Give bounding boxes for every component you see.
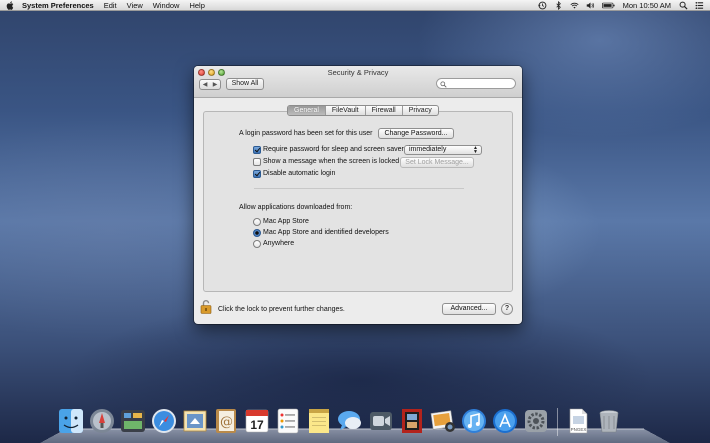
menu-help[interactable]: Help xyxy=(189,1,204,10)
notes-icon[interactable] xyxy=(304,406,334,436)
login-password-text: A login password has been set for this u… xyxy=(239,130,373,137)
nav-back-forward: ◀ ▶ xyxy=(199,79,221,90)
calendar-icon[interactable]: 17 xyxy=(242,406,272,436)
search-icon xyxy=(440,80,447,88)
messages-icon[interactable] xyxy=(335,406,365,436)
general-pane: A login password has been set for this u… xyxy=(203,111,513,292)
notification-center-icon[interactable] xyxy=(695,1,704,10)
finder-icon[interactable] xyxy=(56,406,86,436)
calendar-day: 17 xyxy=(250,418,264,432)
allow-apps-heading: Allow applications downloaded from: xyxy=(239,204,353,211)
itunes-icon[interactable] xyxy=(459,406,489,436)
menu-window[interactable]: Window xyxy=(153,1,180,10)
mail-icon[interactable] xyxy=(180,406,210,436)
tab-general[interactable]: General xyxy=(288,106,326,115)
tab-filevault[interactable]: FileVault xyxy=(326,106,366,115)
contacts-icon[interactable]: @ xyxy=(211,406,241,436)
iphoto-icon[interactable] xyxy=(428,406,458,436)
radio-anywhere-label: Anywhere xyxy=(263,240,295,247)
tab-privacy[interactable]: Privacy xyxy=(403,106,438,115)
set-lock-message-button[interactable]: Set Lock Message... xyxy=(400,157,474,168)
require-password-delay-select[interactable]: immediately ▲ ▼ xyxy=(404,145,482,155)
tab-bar: General FileVault Firewall Privacy xyxy=(287,105,439,116)
bluetooth-icon[interactable] xyxy=(554,0,563,10)
safari-icon[interactable] xyxy=(149,406,179,436)
require-password-checkbox[interactable] xyxy=(253,146,261,154)
section-divider xyxy=(254,188,464,189)
forward-arrow-icon[interactable]: ▶ xyxy=(213,82,218,88)
svg-text:@: @ xyxy=(220,415,233,430)
search-input[interactable] xyxy=(436,78,516,89)
security-privacy-window: Security & Privacy ◀ ▶ Show All General … xyxy=(194,66,522,324)
advanced-button[interactable]: Advanced... xyxy=(442,303,496,315)
popup-arrows-icon: ▲ ▼ xyxy=(473,145,478,155)
wifi-icon[interactable] xyxy=(570,1,579,10)
require-password-delay-value: immediately xyxy=(409,146,447,153)
status-area: Mon 10:50 AM xyxy=(531,0,710,10)
facetime-icon[interactable] xyxy=(366,406,396,436)
apple-menu-icon[interactable] xyxy=(6,0,14,10)
trash-icon[interactable] xyxy=(594,406,624,436)
window-titlebar[interactable]: Security & Privacy ◀ ▶ Show All xyxy=(194,66,522,98)
document-icon[interactable]: PNGEX xyxy=(563,406,593,436)
back-arrow-icon[interactable]: ◀ xyxy=(203,82,208,88)
dock: @ 17 PNGEX xyxy=(56,402,625,436)
radio-mac-app-store-label: Mac App Store xyxy=(263,218,309,225)
menu-app-name[interactable]: System Preferences xyxy=(22,1,94,10)
mission-control-icon[interactable] xyxy=(118,406,148,436)
radio-mac-app-store[interactable] xyxy=(253,218,261,226)
show-all-button[interactable]: Show All xyxy=(226,78,264,90)
show-message-checkbox[interactable] xyxy=(253,158,261,166)
dock-divider xyxy=(557,408,558,436)
app-store-icon[interactable] xyxy=(490,406,520,436)
photo-booth-icon[interactable] xyxy=(397,406,427,436)
lock-instruction-text: Click the lock to prevent further change… xyxy=(218,306,345,313)
lock-icon[interactable] xyxy=(200,299,212,314)
reminders-icon[interactable] xyxy=(273,406,303,436)
tab-firewall[interactable]: Firewall xyxy=(366,106,403,115)
menu-view[interactable]: View xyxy=(127,1,143,10)
system-preferences-icon[interactable] xyxy=(521,406,551,436)
time-machine-icon[interactable] xyxy=(537,1,547,10)
radio-anywhere[interactable] xyxy=(253,240,261,248)
document-label: PNGEX xyxy=(571,427,587,432)
menu-bar: System Preferences Edit View Window Help… xyxy=(0,0,710,11)
require-password-label: Require password for sleep and screen sa… xyxy=(263,146,404,153)
radio-identified-developers[interactable] xyxy=(253,229,261,237)
radio-identified-developers-label: Mac App Store and identified developers xyxy=(263,229,389,236)
window-title: Security & Privacy xyxy=(327,68,389,77)
battery-icon[interactable] xyxy=(601,1,615,10)
launchpad-icon[interactable] xyxy=(87,406,117,436)
menu-clock[interactable]: Mon 10:50 AM xyxy=(623,1,671,10)
help-button[interactable]: ? xyxy=(501,303,513,315)
menu-edit[interactable]: Edit xyxy=(104,1,117,10)
change-password-button[interactable]: Change Password... xyxy=(378,128,454,139)
disable-auto-login-checkbox[interactable] xyxy=(253,170,261,178)
disable-auto-login-label: Disable automatic login xyxy=(263,170,336,177)
show-message-label: Show a message when the screen is locked xyxy=(263,158,400,165)
spotlight-icon[interactable] xyxy=(679,1,688,10)
volume-icon[interactable] xyxy=(586,1,595,10)
